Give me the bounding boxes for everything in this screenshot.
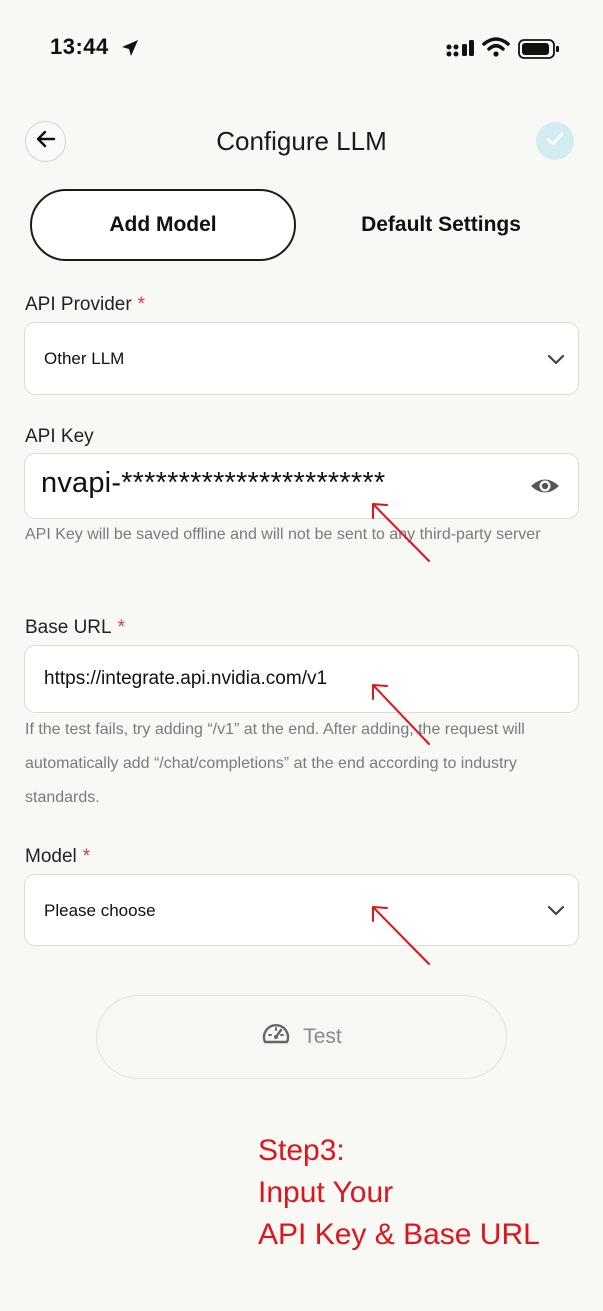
- cellular-signal-icon: [446, 38, 476, 63]
- required-mark: *: [82, 846, 91, 867]
- test-button-label: Test: [303, 1025, 342, 1048]
- base-url-label: Base URL *: [25, 617, 126, 638]
- test-button[interactable]: Test: [96, 995, 507, 1079]
- api-provider-select[interactable]: Other LLM: [24, 322, 579, 395]
- required-mark: *: [117, 617, 126, 638]
- annotation-line-1: Step3:: [258, 1134, 345, 1167]
- annotation-line-2: Input Your: [258, 1176, 394, 1209]
- tab-add-model[interactable]: Add Model: [30, 189, 296, 261]
- api-key-input[interactable]: nvapi-***********************: [24, 453, 579, 519]
- annotation-line-3: API Key & Base URL: [258, 1218, 540, 1251]
- tab-default-settings-label: Default Settings: [361, 213, 521, 236]
- api-key-label: API Key: [25, 426, 94, 447]
- check-icon: [544, 128, 566, 155]
- tab-add-model-label: Add Model: [109, 213, 217, 236]
- model-placeholder: Please choose: [44, 901, 156, 920]
- page-title: Configure LLM: [216, 126, 387, 156]
- base-url-value: https://integrate.api.nvidia.com/v1: [44, 668, 328, 689]
- model-label: Model *: [25, 846, 91, 867]
- api-key-hint: API Key will be saved offline and will n…: [25, 526, 541, 543]
- battery-icon: [518, 39, 560, 64]
- chevron-down-icon: [546, 900, 566, 925]
- model-select[interactable]: Please choose: [24, 874, 579, 946]
- eye-icon[interactable]: [530, 474, 560, 503]
- wifi-icon: [482, 37, 510, 62]
- base-url-hint: If the test fails, try adding “/v1” at t…: [25, 721, 525, 806]
- chevron-down-icon: [546, 349, 566, 374]
- api-provider-value: Other LLM: [44, 349, 125, 368]
- base-url-input[interactable]: https://integrate.api.nvidia.com/v1: [24, 645, 579, 713]
- required-mark: *: [137, 294, 146, 315]
- api-key-value: nvapi-***********************: [41, 467, 386, 499]
- confirm-button[interactable]: [536, 122, 574, 160]
- status-time: 13:44: [50, 34, 109, 59]
- location-arrow-icon: [120, 38, 140, 63]
- tab-default-settings[interactable]: Default Settings: [310, 189, 572, 261]
- speedometer-icon: [261, 1021, 291, 1053]
- status-bar: 13:44: [0, 0, 603, 96]
- api-provider-label: API Provider *: [25, 294, 146, 315]
